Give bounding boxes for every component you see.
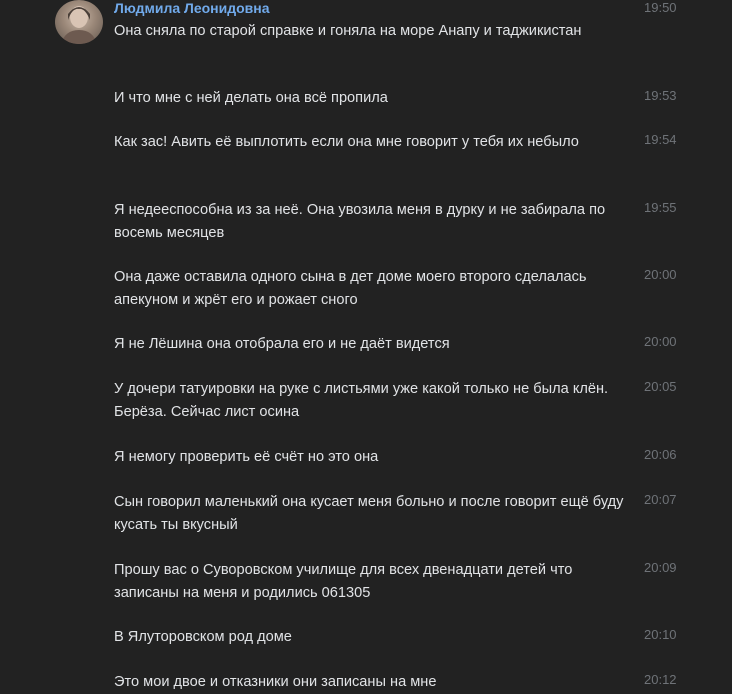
message-text: В Ялуторовском род доме bbox=[114, 629, 292, 645]
message-time: 20:06 bbox=[644, 447, 677, 462]
sender-name[interactable]: Людмила Леонидовна bbox=[114, 0, 270, 16]
message-text: И что мне с ней делать она всё пропила bbox=[114, 90, 388, 106]
message-text: Она даже оставила одного сына в дет доме… bbox=[114, 269, 587, 308]
message-time: 20:12 bbox=[644, 672, 677, 687]
sender-avatar[interactable] bbox=[55, 0, 103, 44]
message-text: Как зас! Авить её выплотить если она мне… bbox=[114, 134, 579, 150]
message-text: Я недееспособна из за неё. Она увозила м… bbox=[114, 202, 606, 241]
message-text: Сын говорил маленький она кусает меня бо… bbox=[114, 494, 624, 533]
message-text: Я немогу проверить её счёт но это она bbox=[114, 449, 379, 465]
message-time: 20:05 bbox=[644, 379, 677, 394]
message-text: Прошу вас о Суворовском училище для всех… bbox=[114, 562, 573, 601]
message-time: 20:10 bbox=[644, 627, 677, 642]
message-text: Я не Лёшина она отобрала его и не даёт в… bbox=[114, 336, 450, 352]
message-time: 19:54 bbox=[644, 132, 677, 147]
message-time: 20:00 bbox=[644, 267, 677, 282]
message-time: 20:00 bbox=[644, 334, 677, 349]
message-time: 20:07 bbox=[644, 492, 677, 507]
message-text: У дочери татуировки на руке с листьями у… bbox=[114, 381, 609, 420]
message-time: 19:50 bbox=[644, 0, 677, 15]
message-time: 19:53 bbox=[644, 88, 677, 103]
chat-history: Людмила Леонидовна Она сняла по старой с… bbox=[0, 0, 732, 694]
message-text: Это мои двое и отказники они записаны на… bbox=[114, 674, 437, 690]
message-time: 19:55 bbox=[644, 200, 677, 215]
message-time: 20:09 bbox=[644, 560, 677, 575]
message-text: Она сняла по старой справке и гоняла на … bbox=[114, 23, 582, 39]
